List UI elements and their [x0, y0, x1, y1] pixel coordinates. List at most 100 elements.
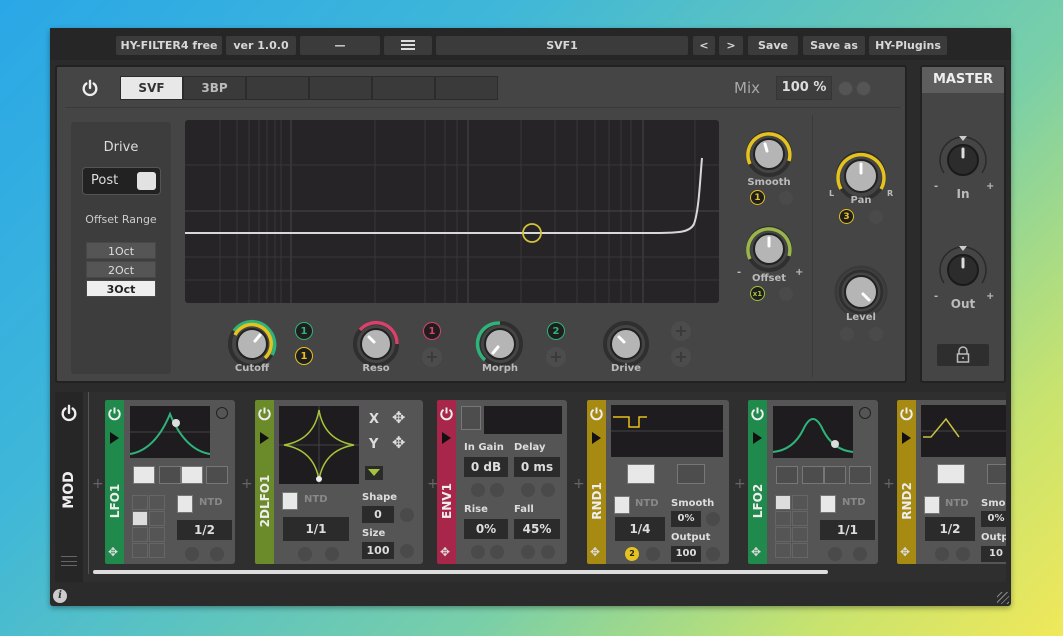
lfo2-multiply-button[interactable] [824, 466, 846, 484]
lfo1-fuel-button[interactable] [206, 466, 228, 484]
lfo1-mod-slot-2[interactable] [210, 547, 224, 561]
minimize-button[interactable]: — [300, 36, 380, 55]
level-add-mod-button-2[interactable] [869, 327, 883, 341]
rnd2-mod-slot-2[interactable] [956, 547, 970, 561]
rnd1-smooth-value[interactable]: 0% [671, 511, 701, 527]
lfo2-shape-ramp-2[interactable] [792, 543, 808, 558]
2dlfo1-mod-slot-1[interactable] [298, 547, 312, 561]
mod-horizontal-scrollbar[interactable] [93, 570, 828, 574]
lfo1-sync-button[interactable] [159, 466, 181, 484]
rnd2-drag-icon[interactable]: ✥ [900, 545, 910, 559]
env1-in-gain-value[interactable]: 0 dB [464, 457, 508, 477]
2dlfo1-strip[interactable]: 2DLFO1 [255, 400, 274, 564]
lfo2-shape-noise[interactable] [792, 495, 808, 510]
insert-module-icon[interactable]: + [241, 476, 253, 492]
lfo1-shape-saw-step[interactable] [149, 527, 165, 542]
rnd1-strip[interactable]: RND1 ✥ [587, 400, 606, 564]
lfo1-shape-triangle[interactable] [132, 511, 148, 526]
lock-button[interactable] [937, 344, 989, 366]
2dlfo1-shape-value[interactable]: 0 [362, 506, 394, 523]
env1-mod-slot[interactable] [541, 483, 555, 497]
lfo1-shape-step[interactable] [149, 511, 165, 526]
rnd2-smooth-shape-button[interactable] [987, 464, 1006, 484]
lfo2-rate-value[interactable]: 1/1 [820, 520, 875, 540]
2dlfo1-power-icon[interactable] [257, 406, 272, 421]
lfo1-power-icon[interactable] [107, 406, 122, 421]
offset-add-mod-button[interactable] [779, 287, 793, 301]
rnd2-ntd-toggle[interactable]: NTD [945, 498, 969, 509]
env1-sidechain-button[interactable] [461, 406, 481, 430]
filter-power-icon[interactable] [81, 79, 99, 97]
info-icon[interactable]: i [53, 589, 67, 603]
save-as-button[interactable]: Save as [803, 36, 865, 55]
lfo2-power-icon[interactable] [750, 406, 765, 421]
lfo2-waveform[interactable] [772, 406, 854, 458]
mix-mod-slot-1[interactable] [838, 81, 853, 96]
tab-svf[interactable]: SVF [120, 76, 183, 100]
rnd1-output-value[interactable]: 100 [671, 546, 701, 562]
rnd2-power-icon[interactable] [899, 406, 914, 421]
lfo1-waveform[interactable] [129, 406, 211, 458]
lfo2-retrigger-icon[interactable] [859, 407, 871, 419]
rnd1-smooth-mod-slot[interactable] [706, 512, 720, 526]
rnd2-strip[interactable]: RND2 ✥ [897, 400, 916, 564]
rnd1-bipolar-button[interactable] [627, 464, 655, 484]
x-drag-icon[interactable]: ✥ [392, 408, 405, 427]
env1-rise-value[interactable]: 0% [464, 519, 508, 539]
tab-3bp[interactable]: 3BP [183, 76, 246, 100]
rnd1-rate-value[interactable]: 1/4 [615, 517, 665, 541]
rnd2-metronome-button[interactable] [924, 496, 940, 514]
resize-handle-icon[interactable] [997, 592, 1009, 604]
offset-knob[interactable] [742, 222, 796, 280]
lfo1-shape-sine[interactable] [132, 495, 148, 510]
rnd1-smooth-shape-button[interactable] [677, 464, 705, 484]
env1-strip[interactable]: ENV1 ✥ [437, 400, 456, 564]
tab-empty-4[interactable] [309, 76, 372, 100]
2dlfo1-size-mod-slot[interactable] [400, 544, 414, 558]
rnd1-play-icon[interactable] [592, 432, 601, 444]
lfo2-play-icon[interactable] [753, 432, 762, 444]
master-out-knob[interactable] [934, 241, 992, 303]
smooth-add-mod-button[interactable] [779, 191, 793, 205]
lfo1-shape-noise[interactable] [149, 495, 165, 510]
lfo2-shape-saw-up[interactable] [775, 527, 791, 542]
y-drag-icon[interactable]: ✥ [392, 433, 405, 452]
lfo1-shape-ramp[interactable] [132, 543, 148, 558]
lfo2-metronome-button[interactable] [820, 495, 836, 513]
drive-add-mod-button-2[interactable]: + [671, 347, 691, 367]
rnd2-rate-value[interactable]: 1/2 [925, 517, 975, 541]
lfo2-ntd-toggle[interactable]: NTD [842, 497, 866, 508]
env1-mod-slot[interactable] [471, 483, 485, 497]
morph-add-mod-button[interactable]: + [546, 347, 566, 367]
lfo2-sync-button[interactable] [802, 466, 824, 484]
rnd2-output-value[interactable]: 10 [981, 546, 1006, 562]
2dlfo1-play-icon[interactable] [260, 432, 269, 444]
menu-button[interactable] [384, 36, 432, 55]
rnd1-metronome-button[interactable] [614, 496, 630, 514]
mod-menu-icon[interactable] [61, 556, 77, 566]
lfo1-ntd-toggle[interactable]: NTD [199, 497, 223, 508]
2dlfo1-size-value[interactable]: 100 [362, 542, 394, 559]
2dlfo1-ntd-toggle[interactable]: NTD [304, 494, 328, 505]
lfo1-shape-ramp-2[interactable] [149, 543, 165, 558]
env1-play-icon[interactable] [442, 432, 451, 444]
rnd2-smooth-value[interactable]: 0% [981, 511, 1006, 527]
lfo1-strip[interactable]: LFO1 ✥ [105, 400, 124, 564]
cutoff-mod-badge-rnd[interactable]: 1 [295, 347, 313, 365]
post-checkbox[interactable] [137, 172, 156, 190]
rnd2-bipolar-button[interactable] [937, 464, 965, 484]
rnd2-mod-slot-1[interactable] [935, 547, 949, 561]
master-in-knob[interactable] [934, 131, 992, 193]
rnd2-play-icon[interactable] [902, 432, 911, 444]
tab-empty-3[interactable] [246, 76, 309, 100]
tab-empty-6[interactable] [435, 76, 498, 100]
lfo2-mod-slot-2[interactable] [853, 547, 867, 561]
lfo2-shape-triangle[interactable] [775, 511, 791, 526]
env1-power-icon[interactable] [439, 406, 454, 421]
env1-mod-slot[interactable] [541, 545, 555, 559]
rnd1-mod-badge[interactable]: 2 [625, 547, 639, 561]
preset-name[interactable]: SVF1 [436, 36, 688, 55]
cutoff-mod-badge-lfo[interactable]: 1 [295, 322, 313, 340]
filter-response-graph[interactable] [185, 120, 719, 303]
lfo2-shape-sine[interactable] [775, 495, 791, 510]
